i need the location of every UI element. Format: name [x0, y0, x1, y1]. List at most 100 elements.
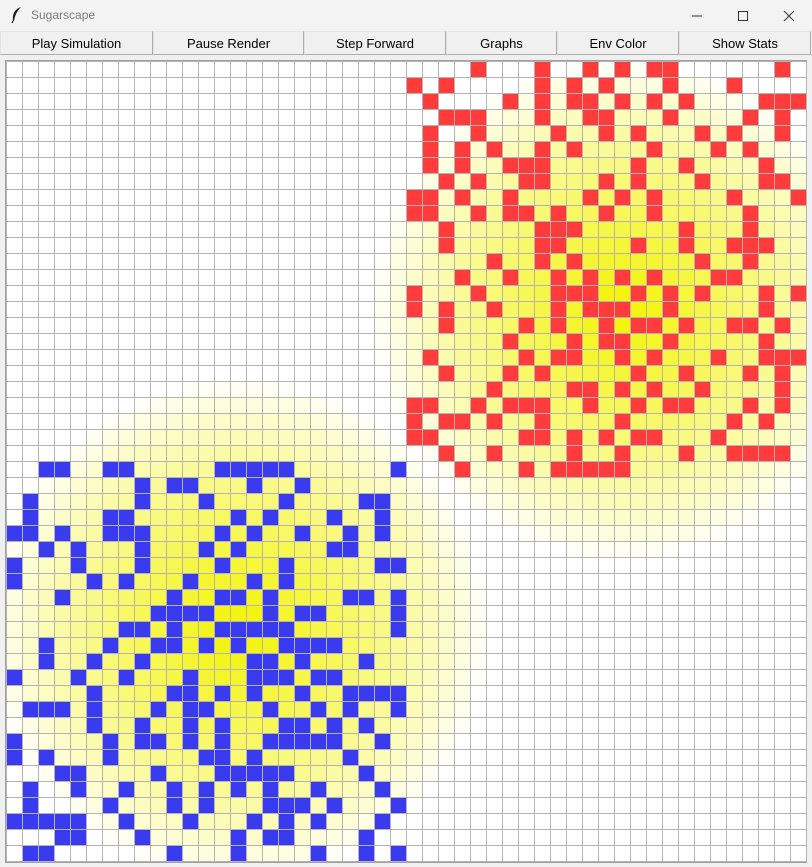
agent-cell-red [646, 317, 663, 334]
sugar-cell [518, 525, 535, 542]
agent-cell-red [470, 285, 487, 302]
agent-cell-red [422, 125, 439, 142]
empty-cell [454, 797, 471, 814]
empty-cell [22, 157, 39, 174]
sugar-cell [566, 157, 583, 174]
empty-cell [566, 781, 583, 798]
sugar-cell [470, 413, 487, 430]
agent-cell-blue [278, 493, 295, 510]
empty-cell [598, 589, 615, 606]
sugar-cell [134, 413, 151, 430]
empty-cell [86, 349, 103, 366]
empty-cell [566, 749, 583, 766]
sugar-cell [774, 253, 791, 270]
empty-cell [86, 845, 103, 862]
sugar-cell [166, 733, 183, 750]
sugar-cell [726, 365, 743, 382]
play-simulation-button[interactable]: Play Simulation [0, 31, 153, 55]
empty-cell [22, 477, 39, 494]
maximize-button[interactable] [720, 0, 766, 31]
sugar-cell [470, 349, 487, 366]
sugar-cell [614, 125, 631, 142]
empty-cell [486, 733, 503, 750]
sugar-cell [438, 557, 455, 574]
env-color-button[interactable]: Env Color [557, 31, 679, 55]
agent-cell-red [790, 285, 807, 302]
sugar-cell [150, 525, 167, 542]
sugar-cell [342, 493, 359, 510]
sugar-cell [726, 157, 743, 174]
sugar-cell [326, 429, 343, 446]
sugar-cell [166, 525, 183, 542]
empty-cell [630, 749, 647, 766]
empty-cell [710, 749, 727, 766]
agent-cell-red [438, 77, 455, 94]
empty-cell [486, 525, 503, 542]
empty-cell [662, 605, 679, 622]
empty-cell [22, 93, 39, 110]
agent-cell-blue [182, 605, 199, 622]
sugar-cell [70, 653, 87, 670]
minimize-button[interactable] [674, 0, 720, 31]
agent-cell-red [614, 333, 631, 350]
agent-cell-blue [118, 621, 135, 638]
empty-cell [342, 61, 359, 78]
empty-cell [134, 125, 151, 142]
empty-cell [22, 397, 39, 414]
empty-cell [486, 637, 503, 654]
show-stats-button[interactable]: Show Stats [679, 31, 811, 55]
agent-cell-red [758, 237, 775, 254]
empty-cell [742, 797, 759, 814]
agent-cell-blue [294, 717, 311, 734]
pause-render-button[interactable]: Pause Render [153, 31, 304, 55]
sugar-cell [278, 509, 295, 526]
agent-cell-red [790, 189, 807, 206]
sugar-cell [294, 669, 311, 686]
empty-cell [166, 301, 183, 318]
sugar-cell [790, 253, 807, 270]
sugar-cell [582, 77, 599, 94]
sugar-cell [70, 749, 87, 766]
agent-cell-blue [54, 765, 71, 782]
empty-cell [774, 797, 791, 814]
sugar-cell [566, 173, 583, 190]
sugar-cell [422, 301, 439, 318]
sugar-cell [230, 685, 247, 702]
sugar-cell [86, 813, 103, 830]
sugar-cell [326, 589, 343, 606]
agent-cell-red [758, 173, 775, 190]
empty-cell [534, 637, 551, 654]
sugar-cell [614, 157, 631, 174]
sugar-cell [310, 749, 327, 766]
sugar-cell [166, 717, 183, 734]
sugar-cell [598, 285, 615, 302]
sugar-cell [118, 445, 135, 462]
agent-cell-blue [246, 749, 263, 766]
sugar-cell [374, 717, 391, 734]
empty-cell [758, 605, 775, 622]
empty-cell [118, 301, 135, 318]
empty-cell [742, 733, 759, 750]
empty-cell [502, 653, 519, 670]
sugar-cell [438, 285, 455, 302]
sugar-cell [486, 429, 503, 446]
empty-cell [246, 125, 263, 142]
sugarscape-grid[interactable] [6, 61, 807, 862]
sugar-cell [726, 333, 743, 350]
empty-cell [774, 525, 791, 542]
step-forward-button[interactable]: Step Forward [304, 31, 446, 55]
close-button[interactable] [766, 0, 812, 31]
sugar-cell [102, 557, 119, 574]
sugar-cell [662, 445, 679, 462]
sugar-cell [374, 653, 391, 670]
empty-cell [566, 637, 583, 654]
sugar-cell [790, 445, 807, 462]
sugar-cell [678, 125, 695, 142]
empty-cell [550, 717, 567, 734]
sugar-cell [70, 685, 87, 702]
graphs-button[interactable]: Graphs [446, 31, 557, 55]
empty-cell [214, 285, 231, 302]
empty-cell [214, 93, 231, 110]
sugar-cell [726, 493, 743, 510]
empty-cell [182, 349, 199, 366]
